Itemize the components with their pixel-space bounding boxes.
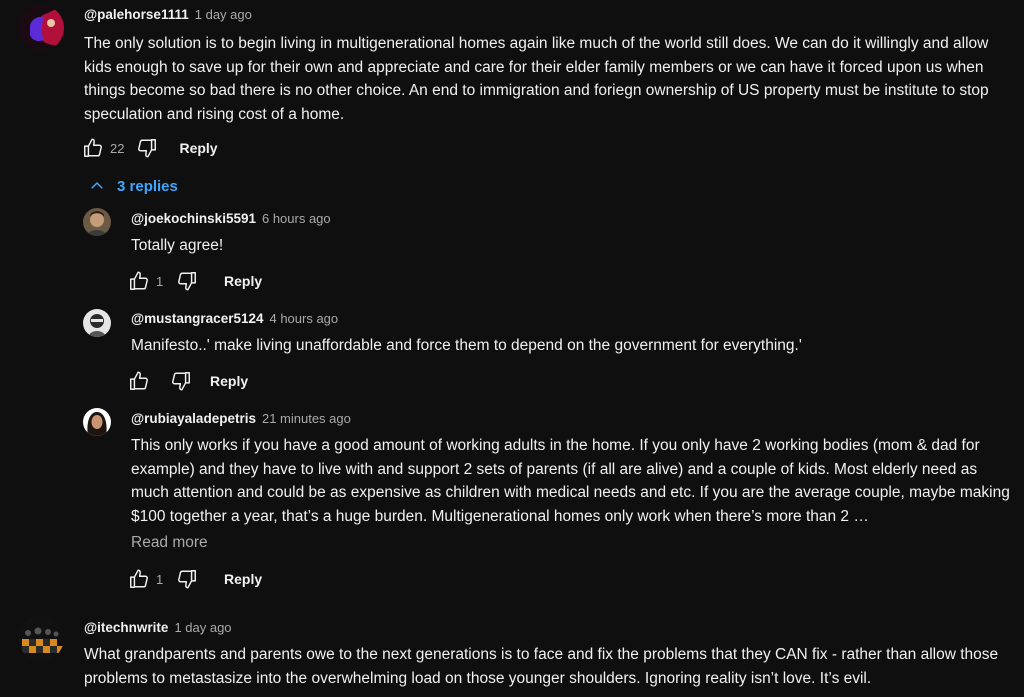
reply-header: @joekochinski5591 6 hours ago <box>131 210 331 228</box>
reply-header: @mustangracer5124 4 hours ago <box>131 310 338 328</box>
thumb-up-icon <box>128 370 150 392</box>
like-count: 1 <box>156 273 164 289</box>
comment-text: The only solution is to begin living in … <box>84 35 989 123</box>
reply-button[interactable]: Reply <box>224 571 262 587</box>
reply-text: Totally agree! <box>131 237 224 254</box>
comment-thread: @itechnwrite 1 day ago What grandparents … <box>0 605 1024 697</box>
thumb-up-icon <box>128 568 150 590</box>
comment-actions: 22 Reply <box>80 133 218 163</box>
replies-toggle-label: 3 replies <box>117 177 178 195</box>
reply-actions: Reply <box>126 366 248 396</box>
comment-time[interactable]: 1 day ago <box>195 7 252 22</box>
read-more-link[interactable]: Read more <box>131 534 208 552</box>
avatar[interactable] <box>18 615 64 661</box>
thumb-down-icon <box>176 270 198 292</box>
comment-author[interactable]: @palehorse1111 <box>84 7 189 22</box>
reply-button[interactable]: Reply <box>179 140 217 156</box>
like-button[interactable] <box>126 368 152 394</box>
thumb-up-icon <box>128 270 150 292</box>
dislike-button[interactable] <box>174 268 200 294</box>
like-count: 22 <box>110 140 125 156</box>
reply-author[interactable]: @rubiayaladepetris <box>131 411 256 426</box>
reply-header: @rubiayaladepetris 21 minutes ago <box>131 410 351 428</box>
thumb-down-icon <box>170 370 192 392</box>
reply-author[interactable]: @mustangracer5124 <box>131 311 263 326</box>
dislike-button[interactable] <box>134 135 160 161</box>
reply-button[interactable]: Reply <box>224 273 262 289</box>
comment-time[interactable]: 1 day ago <box>174 620 231 635</box>
avatar[interactable] <box>83 309 111 337</box>
reply-time[interactable]: 4 hours ago <box>269 311 338 326</box>
thumb-down-icon <box>176 568 198 590</box>
reply-time[interactable]: 6 hours ago <box>262 211 331 226</box>
reply-item: @joekochinski5591 6 hours ago Totally agr… <box>0 200 1024 300</box>
thumb-down-icon <box>136 137 158 159</box>
thumb-up-icon <box>82 137 104 159</box>
avatar[interactable] <box>18 5 64 51</box>
reply-actions: 1 Reply <box>126 564 262 594</box>
avatar[interactable] <box>83 408 111 436</box>
comment-thread: @palehorse1111 1 day ago The only solutio… <box>0 0 1024 170</box>
avatar[interactable] <box>83 208 111 236</box>
dislike-button[interactable] <box>174 566 200 592</box>
like-button[interactable] <box>80 135 106 161</box>
dislike-button[interactable] <box>168 368 194 394</box>
reply-time[interactable]: 21 minutes ago <box>262 411 351 426</box>
comment-header: @palehorse1111 1 day ago <box>84 6 252 24</box>
reply-item: @mustangracer5124 4 hours ago Manifesto..… <box>0 300 1024 400</box>
reply-button[interactable]: Reply <box>210 373 248 389</box>
reply-text: This only works if you have a good amoun… <box>131 437 1010 525</box>
reply-text: Manifesto..' make living unaffordable an… <box>131 337 802 354</box>
reply-item: @rubiayaladepetris 21 minutes ago This on… <box>0 400 1024 600</box>
comment-header: @itechnwrite 1 day ago <box>84 619 232 637</box>
comment-text: What grandparents and parents owe to the… <box>84 646 999 687</box>
comment-author[interactable]: @itechnwrite <box>84 620 168 635</box>
replies-toggle[interactable]: 3 replies <box>88 177 178 195</box>
like-count: 1 <box>156 571 164 587</box>
reply-actions: 1 Reply <box>126 266 262 296</box>
like-button[interactable] <box>126 268 152 294</box>
chevron-up-icon <box>91 181 103 189</box>
reply-author[interactable]: @joekochinski5591 <box>131 211 256 226</box>
like-button[interactable] <box>126 566 152 592</box>
